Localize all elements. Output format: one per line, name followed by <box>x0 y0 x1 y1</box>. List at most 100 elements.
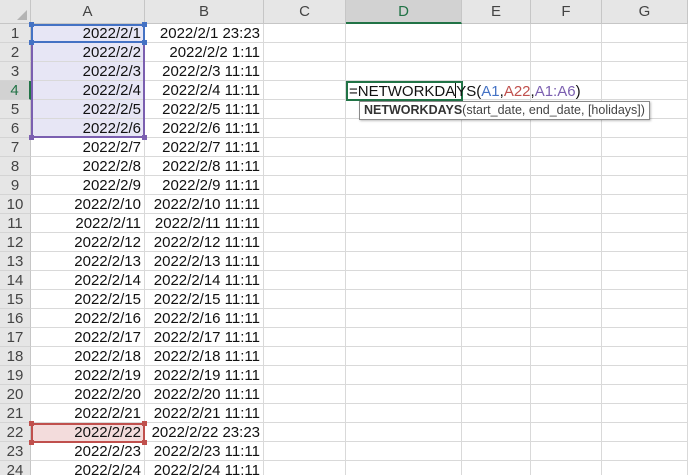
cell-f3[interactable] <box>531 62 602 81</box>
cell-g21[interactable] <box>602 404 688 423</box>
cell-g8[interactable] <box>602 157 688 176</box>
cell-b7[interactable]: 2022/2/7 11:11 <box>145 138 264 157</box>
cell-f2[interactable] <box>531 43 602 62</box>
cell-g14[interactable] <box>602 271 688 290</box>
row-header-14[interactable]: 14 <box>0 271 31 290</box>
row-header-15[interactable]: 15 <box>0 290 31 309</box>
select-all-corner[interactable] <box>0 0 31 24</box>
cell-f14[interactable] <box>531 271 602 290</box>
column-header-c[interactable]: C <box>264 0 346 24</box>
row-header-7[interactable]: 7 <box>0 138 31 157</box>
cell-g7[interactable] <box>602 138 688 157</box>
cell-b3[interactable]: 2022/2/3 11:11 <box>145 62 264 81</box>
cell-a1[interactable]: 2022/2/1 <box>31 24 145 43</box>
cell-a13[interactable]: 2022/2/13 <box>31 252 145 271</box>
cell-f20[interactable] <box>531 385 602 404</box>
cell-a12[interactable]: 2022/2/12 <box>31 233 145 252</box>
cell-b15[interactable]: 2022/2/15 11:11 <box>145 290 264 309</box>
cell-c19[interactable] <box>264 366 346 385</box>
cell-g16[interactable] <box>602 309 688 328</box>
cell-e7[interactable] <box>462 138 531 157</box>
cell-a9[interactable]: 2022/2/9 <box>31 176 145 195</box>
cell-d18[interactable] <box>346 347 462 366</box>
row-header-22[interactable]: 22 <box>0 423 31 442</box>
row-header-24[interactable]: 24 <box>0 461 31 475</box>
cell-b17[interactable]: 2022/2/17 11:11 <box>145 328 264 347</box>
cell-a17[interactable]: 2022/2/17 <box>31 328 145 347</box>
cell-c24[interactable] <box>264 461 346 475</box>
cell-e15[interactable] <box>462 290 531 309</box>
cell-c17[interactable] <box>264 328 346 347</box>
cell-c5[interactable] <box>264 100 346 119</box>
cell-a20[interactable]: 2022/2/20 <box>31 385 145 404</box>
range-handle-icon[interactable] <box>142 135 147 140</box>
row-header-20[interactable]: 20 <box>0 385 31 404</box>
cell-c15[interactable] <box>264 290 346 309</box>
cell-d14[interactable] <box>346 271 462 290</box>
cell-e9[interactable] <box>462 176 531 195</box>
cell-e21[interactable] <box>462 404 531 423</box>
cell-b19[interactable]: 2022/2/19 11:11 <box>145 366 264 385</box>
cell-e20[interactable] <box>462 385 531 404</box>
cell-g20[interactable] <box>602 385 688 404</box>
cell-g9[interactable] <box>602 176 688 195</box>
cell-d23[interactable] <box>346 442 462 461</box>
cell-b23[interactable]: 2022/2/23 11:11 <box>145 442 264 461</box>
range-handle-icon[interactable] <box>29 40 34 45</box>
cell-d20[interactable] <box>346 385 462 404</box>
cell-f15[interactable] <box>531 290 602 309</box>
cell-d16[interactable] <box>346 309 462 328</box>
cell-c21[interactable] <box>264 404 346 423</box>
formula-edit-cell-d4[interactable]: =NETWORKDAYS(A1,A22,A1:A6) <box>346 81 581 101</box>
cell-b24[interactable]: 2022/2/24 11:11 <box>145 461 264 475</box>
range-handle-icon[interactable] <box>29 135 34 140</box>
range-handle-icon[interactable] <box>29 440 34 445</box>
cell-e13[interactable] <box>462 252 531 271</box>
column-header-g[interactable]: G <box>602 0 688 24</box>
cell-g6[interactable] <box>602 119 688 138</box>
cell-c6[interactable] <box>264 119 346 138</box>
cell-b9[interactable]: 2022/2/9 11:11 <box>145 176 264 195</box>
cell-e22[interactable] <box>462 423 531 442</box>
row-header-9[interactable]: 9 <box>0 176 31 195</box>
cell-a3[interactable]: 2022/2/3 <box>31 62 145 81</box>
cell-g24[interactable] <box>602 461 688 475</box>
tooltip-function-name[interactable]: NETWORKDAYS <box>364 103 462 117</box>
row-header-11[interactable]: 11 <box>0 214 31 233</box>
cell-b14[interactable]: 2022/2/14 11:11 <box>145 271 264 290</box>
cell-d12[interactable] <box>346 233 462 252</box>
cell-c13[interactable] <box>264 252 346 271</box>
cell-a7[interactable]: 2022/2/7 <box>31 138 145 157</box>
row-header-8[interactable]: 8 <box>0 157 31 176</box>
cell-b12[interactable]: 2022/2/12 11:11 <box>145 233 264 252</box>
cell-a16[interactable]: 2022/2/16 <box>31 309 145 328</box>
cell-a19[interactable]: 2022/2/19 <box>31 366 145 385</box>
row-header-16[interactable]: 16 <box>0 309 31 328</box>
cell-b22[interactable]: 2022/2/22 23:23 <box>145 423 264 442</box>
cell-f13[interactable] <box>531 252 602 271</box>
cell-d3[interactable] <box>346 62 462 81</box>
cell-g19[interactable] <box>602 366 688 385</box>
range-handle-icon[interactable] <box>142 40 147 45</box>
cell-d24[interactable] <box>346 461 462 475</box>
row-header-10[interactable]: 10 <box>0 195 31 214</box>
cell-c9[interactable] <box>264 176 346 195</box>
cell-c18[interactable] <box>264 347 346 366</box>
cell-f10[interactable] <box>531 195 602 214</box>
cell-g23[interactable] <box>602 442 688 461</box>
cell-b2[interactable]: 2022/2/2 1:11 <box>145 43 264 62</box>
cell-c22[interactable] <box>264 423 346 442</box>
cell-b10[interactable]: 2022/2/10 11:11 <box>145 195 264 214</box>
cell-b18[interactable]: 2022/2/18 11:11 <box>145 347 264 366</box>
row-header-2[interactable]: 2 <box>0 43 31 62</box>
range-handle-icon[interactable] <box>29 421 34 426</box>
cell-e12[interactable] <box>462 233 531 252</box>
cell-a24[interactable]: 2022/2/24 <box>31 461 145 475</box>
cell-c8[interactable] <box>264 157 346 176</box>
cell-a22[interactable]: 2022/2/22 <box>31 423 145 442</box>
cell-e10[interactable] <box>462 195 531 214</box>
row-header-21[interactable]: 21 <box>0 404 31 423</box>
range-handle-icon[interactable] <box>29 22 34 27</box>
row-header-19[interactable]: 19 <box>0 366 31 385</box>
cell-d15[interactable] <box>346 290 462 309</box>
